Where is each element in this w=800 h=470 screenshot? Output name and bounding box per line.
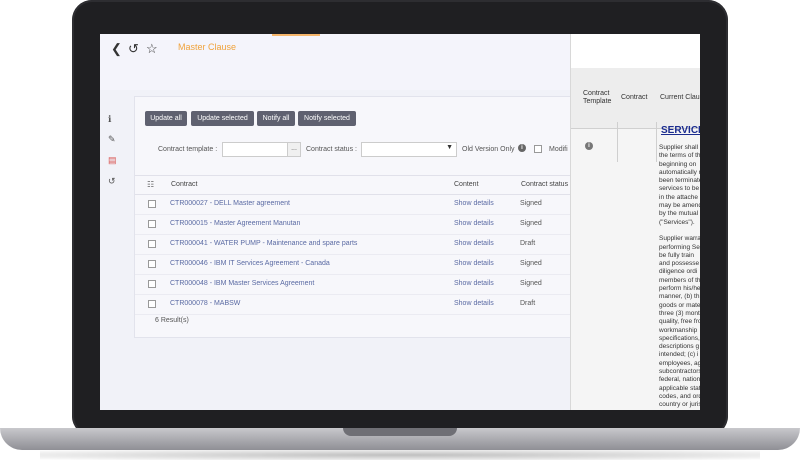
table-row: CTR000041 - WATER PUMP - Maintenance and… [135,234,571,255]
contract-template-input[interactable] [222,142,288,157]
contract-link[interactable]: CTR000046 - IBM IT Services Agreement - … [170,260,330,267]
chevron-down-icon: ▼ [446,144,453,151]
details-panel: Contract Template Contract Current Clau … [570,34,700,410]
column-header-contract[interactable]: Contract [621,94,647,101]
column-header-contract[interactable]: Contract [171,181,197,188]
row-checkbox[interactable] [148,280,156,288]
show-details-link[interactable]: Show details [454,220,494,227]
row-checkbox[interactable] [148,300,156,308]
show-details-link[interactable]: Show details [454,240,494,247]
contract-status: Signed [520,280,542,287]
show-details-link[interactable]: Show details [454,260,494,267]
contract-status: Signed [520,260,542,267]
results-count: 6 Result(s) [155,317,189,324]
page-title: Master Clause [178,42,237,52]
show-details-link[interactable]: Show details [454,200,494,207]
table-row: CTR000046 - IBM IT Services Agreement - … [135,254,571,275]
contract-status: Signed [520,200,542,207]
details-panel-top [571,34,700,68]
star-icon[interactable]: ☆ [146,41,158,57]
info-icon: i [518,144,526,152]
clause-text: Supplier shall the terms of th beginning… [659,144,700,410]
row-checkbox[interactable] [148,200,156,208]
undo-icon[interactable]: ↺ [108,176,116,187]
chevron-left-icon[interactable]: ❮ [111,41,122,57]
column-header-content[interactable]: Content [454,181,479,188]
select-all-icon[interactable]: ☷ [147,180,154,189]
contract-status: Signed [520,220,542,227]
show-details-link[interactable]: Show details [454,280,494,287]
old-version-label: Old Version Only [462,146,515,153]
column-header-current-clause[interactable]: Current Clau [660,94,700,101]
contract-status-label: Contract status : [306,146,357,153]
services-heading: SERVICE [661,125,700,136]
laptop-notch [343,428,457,436]
table-row: CTR000048 - IBM Master Services Agreemen… [135,274,571,295]
column-divider [656,122,657,162]
update-all-button[interactable]: Update all [145,111,187,126]
column-header-contract-template[interactable]: Contract Template [583,90,611,106]
column-divider [617,122,618,162]
table-row: CTR000027 - DELL Master agreement Show d… [135,194,571,215]
row-checkbox[interactable] [148,260,156,268]
sidebar: ℹ ✎ ▤ ↺ [100,104,126,410]
info-icon: i [585,142,593,150]
row-checkbox[interactable] [148,240,156,248]
old-version-checkbox[interactable] [534,145,542,153]
table-row: CTR000078 - MABSW Show details Draft [135,294,571,315]
details-table-header: Contract Template Contract Current Clau … [571,68,700,162]
notify-all-button[interactable]: Notify all [257,111,295,126]
table-header: ☷ Contract Content Contract status [135,175,571,195]
master-clause-panel: Update all Update selected Notify all No… [134,96,572,338]
pdf-file-icon[interactable]: ▤ [108,155,117,166]
contract-link[interactable]: CTR000041 - WATER PUMP - Maintenance and… [170,240,357,247]
table-row: CTR000015 - Master Agreement Manutan Sho… [135,214,571,235]
top-bar: ❮ ↺ ☆ Master Clause [100,34,570,90]
contract-template-label: Contract template : [158,146,218,153]
screen: ❮ ↺ ☆ Master Clause ℹ ✎ ▤ ↺ Update all U… [100,34,700,410]
contract-status: Draft [520,300,536,307]
contract-status-select[interactable]: ▼ [361,142,457,157]
active-tab-indicator [272,34,320,36]
update-selected-button[interactable]: Update selected [191,111,254,126]
notify-selected-button[interactable]: Notify selected [298,111,356,126]
contract-link[interactable]: CTR000027 - DELL Master agreement [170,200,290,207]
edit-icon[interactable]: ✎ [108,134,116,145]
laptop-shadow [40,450,760,460]
info-icon[interactable]: ℹ [108,114,111,125]
contract-link[interactable]: CTR000078 - MABSW [170,300,240,307]
contract-link[interactable]: CTR000015 - Master Agreement Manutan [170,220,300,227]
contract-link[interactable]: CTR000048 - IBM Master Services Agreemen… [170,280,314,287]
show-details-link[interactable]: Show details [454,300,494,307]
modified-label: Modifi [549,146,568,153]
contract-status: Draft [520,240,536,247]
history-icon[interactable]: ↺ [128,41,139,57]
column-header-contract-status[interactable]: Contract status [521,181,568,188]
contract-template-picker-button[interactable]: ... [287,142,301,157]
row-checkbox[interactable] [148,220,156,228]
